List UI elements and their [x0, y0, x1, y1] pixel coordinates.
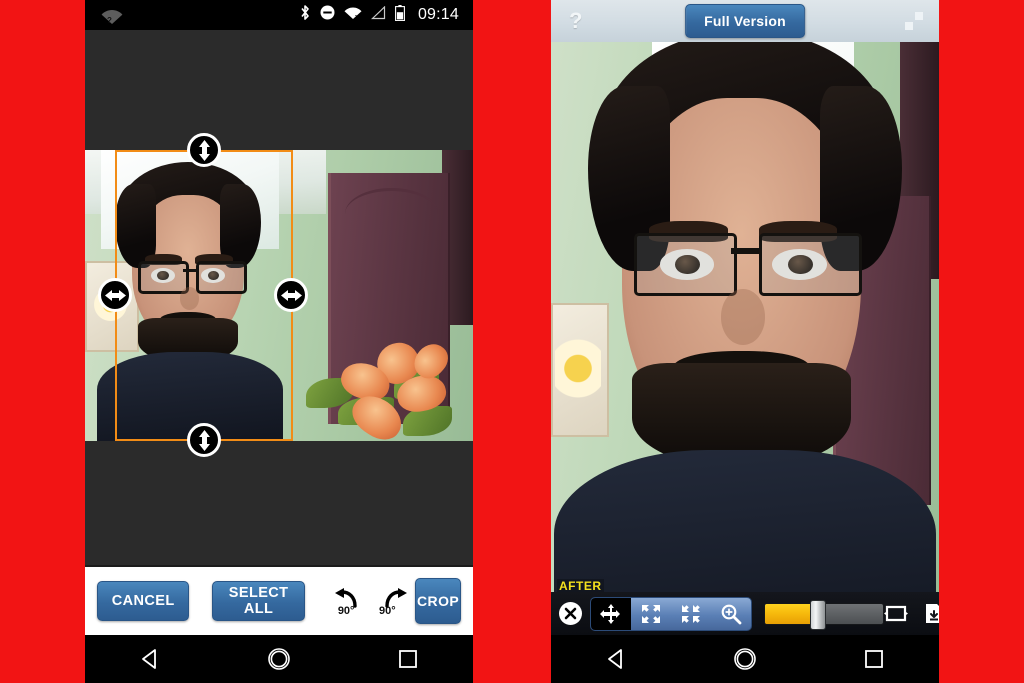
fullscreen-expand-icon[interactable] [905, 12, 923, 30]
rotate-left-button[interactable]: 90° [327, 581, 367, 621]
double-arrow-horizontal-icon [280, 289, 302, 301]
crop-editor-canvas[interactable] [85, 30, 473, 565]
svg-text:?: ? [107, 16, 112, 24]
viewer-top-bar: ? Full Version [551, 0, 939, 42]
crop-handle-left[interactable] [98, 278, 132, 312]
rotate-right-degrees: 90° [378, 605, 396, 617]
expand-tool[interactable] [631, 598, 671, 630]
bluetooth-icon [299, 4, 311, 26]
home-icon[interactable] [715, 635, 775, 683]
crop-handle-top[interactable] [187, 133, 221, 167]
svg-text:x: x [355, 14, 359, 20]
close-icon[interactable] [559, 602, 582, 625]
result-photo [551, 42, 939, 635]
toolbar-right-icons [884, 603, 939, 625]
status-right-icons: x 09:14 [299, 4, 473, 26]
viewer-toolbar [551, 592, 939, 635]
after-label: AFTER [557, 579, 604, 593]
move-tool[interactable] [591, 597, 631, 630]
status-left-icons: ? [85, 7, 123, 24]
zoom-tool[interactable] [711, 598, 751, 630]
right-phone: ? Full Version AFTER [551, 0, 939, 683]
wifi-disconnected-icon: x [344, 5, 362, 25]
do-not-disturb-icon [320, 5, 335, 25]
full-version-button[interactable]: Full Version [685, 4, 805, 38]
save-download-icon[interactable] [922, 603, 939, 625]
rotate-right-button[interactable]: 90° [375, 581, 415, 621]
expand-out-arrows-icon [642, 604, 660, 623]
result-photo-canvas[interactable]: AFTER [551, 42, 939, 635]
slider-knob[interactable] [810, 599, 827, 630]
double-arrow-horizontal-icon [104, 289, 126, 301]
cellular-signal-icon [370, 5, 386, 25]
cancel-button[interactable]: CANCEL [97, 581, 190, 621]
wifi-question-icon: ? [101, 7, 123, 24]
double-arrow-vertical-icon [198, 139, 210, 161]
left-phone: ? x 09:14 CANCEL SELECT ALL 90° 90° CROP [85, 0, 473, 683]
crop-button[interactable]: CROP [415, 578, 461, 624]
rotate-left-degrees: 90° [337, 605, 355, 617]
status-clock: 09:14 [417, 6, 459, 23]
crop-handle-bottom[interactable] [187, 423, 221, 457]
double-arrow-vertical-icon [198, 429, 210, 451]
android-navigation-bar [551, 635, 939, 683]
home-icon[interactable] [249, 635, 309, 683]
android-status-bar: ? x 09:14 [85, 0, 473, 30]
back-icon[interactable] [120, 635, 180, 683]
collapse-in-arrows-icon [682, 604, 700, 623]
tool-group [590, 596, 752, 631]
intensity-slider[interactable] [764, 599, 884, 630]
move-arrows-icon [600, 603, 620, 624]
select-all-button[interactable]: SELECT ALL [212, 581, 305, 621]
back-icon[interactable] [586, 635, 646, 683]
android-navigation-bar [85, 635, 473, 683]
recents-icon[interactable] [378, 635, 438, 683]
help-icon[interactable]: ? [569, 8, 582, 34]
flip-frame-icon[interactable] [884, 603, 908, 625]
shrink-tool[interactable] [671, 598, 711, 630]
magnifier-plus-icon [721, 604, 742, 624]
crop-action-bar: CANCEL SELECT ALL 90° 90° CROP [85, 565, 473, 635]
recents-icon[interactable] [844, 635, 904, 683]
crop-handle-right[interactable] [274, 278, 308, 312]
battery-icon [395, 4, 405, 26]
